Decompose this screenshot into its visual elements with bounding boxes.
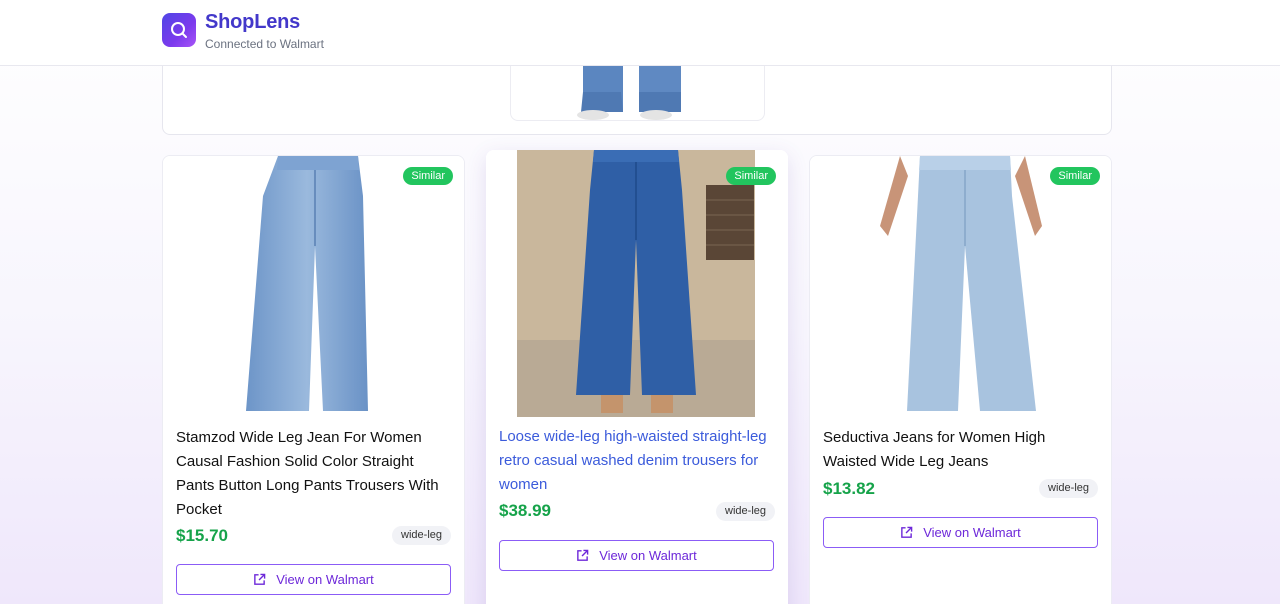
brand-name: ShopLens: [205, 11, 301, 33]
external-link-icon: [901, 526, 913, 538]
search-icon: [171, 22, 187, 38]
product-card[interactable]: Similar Stamzod Wide Leg Jean For Women …: [162, 155, 465, 604]
similar-badge: Similar: [1050, 167, 1100, 185]
product-price: $38.99: [499, 501, 551, 520]
external-link-icon: [254, 573, 266, 585]
view-on-walmart-button[interactable]: View on Walmart: [823, 517, 1098, 548]
product-card[interactable]: Similar Loose wide-leg high-waisted stra…: [486, 150, 788, 604]
view-on-walmart-label: View on Walmart: [923, 525, 1021, 540]
view-on-walmart-label: View on Walmart: [599, 548, 697, 563]
logo[interactable]: [162, 13, 196, 47]
view-on-walmart-label: View on Walmart: [276, 572, 374, 587]
app-header: ShopLens Connected to Walmart: [0, 0, 1280, 66]
product-image[interactable]: [486, 150, 788, 417]
connection-status: Connected to Walmart: [205, 37, 324, 51]
product-image[interactable]: [810, 156, 1111, 413]
style-tag: wide-leg: [716, 502, 775, 521]
product-title[interactable]: Seductiva Jeans for Women High Waisted W…: [823, 426, 1103, 474]
view-on-walmart-button[interactable]: View on Walmart: [499, 540, 774, 571]
product-price: $15.70: [176, 526, 228, 545]
similar-badge: Similar: [403, 167, 453, 185]
similar-badge: Similar: [726, 167, 776, 185]
product-card[interactable]: Similar Seductiva Jeans for Women High W…: [809, 155, 1112, 604]
product-title-link[interactable]: Loose wide-leg high-waisted straight-leg…: [499, 425, 779, 497]
style-tag: wide-leg: [1039, 479, 1098, 498]
style-tag: wide-leg: [392, 526, 451, 545]
product-price: $13.82: [823, 479, 875, 498]
product-image[interactable]: [163, 156, 464, 413]
view-on-walmart-button[interactable]: View on Walmart: [176, 564, 451, 595]
product-title[interactable]: Stamzod Wide Leg Jean For Women Causal F…: [176, 426, 456, 522]
external-link-icon: [577, 549, 589, 561]
